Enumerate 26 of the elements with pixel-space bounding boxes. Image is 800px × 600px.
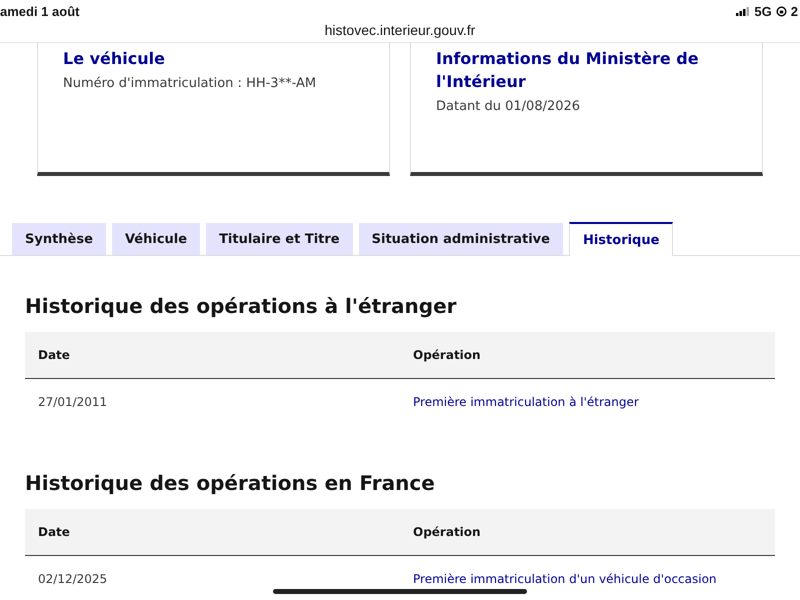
column-header: Date bbox=[25, 509, 400, 556]
status-date: amedi 1 août bbox=[0, 4, 80, 18]
section-heading: Historique des opérations à l'étranger bbox=[25, 294, 458, 318]
tab[interactable]: Historique bbox=[568, 222, 674, 256]
tab[interactable]: Synthèse bbox=[12, 223, 106, 255]
tab[interactable]: Titulaire et Titre bbox=[206, 223, 353, 255]
operation-link[interactable]: Première immatriculation à l'étranger bbox=[413, 395, 639, 409]
network-label: 5G bbox=[754, 4, 772, 18]
date-cell: 02/12/2025 bbox=[25, 556, 400, 586]
column-header: Date bbox=[25, 332, 400, 378]
card-title: Le véhicule bbox=[63, 48, 166, 70]
url-bar[interactable]: histovec.interieur.gouv.fr bbox=[0, 22, 800, 43]
tab[interactable]: Véhicule bbox=[112, 223, 200, 255]
column-header: Opération bbox=[400, 332, 775, 378]
signal-icon bbox=[736, 6, 750, 16]
card-text: Numéro d'immatriculation : HH-3**-AM bbox=[63, 76, 318, 91]
card-text: Datant du 01/08/2026 bbox=[436, 99, 582, 114]
section-heading: Historique des opérations en France bbox=[25, 471, 436, 495]
tab[interactable]: Situation administrative bbox=[358, 223, 563, 255]
home-indicator[interactable] bbox=[273, 589, 527, 594]
date-cell: 27/01/2011 bbox=[25, 378, 400, 409]
operation-link[interactable]: Première immatriculation d'un véhicule d'occasion bbox=[413, 572, 717, 586]
column-header: Opération bbox=[400, 509, 775, 556]
rotation-lock-icon bbox=[776, 6, 787, 16]
battery-label: 2 bbox=[790, 4, 798, 18]
card-title: Informations du Ministère de l'Intérieur bbox=[436, 48, 700, 93]
